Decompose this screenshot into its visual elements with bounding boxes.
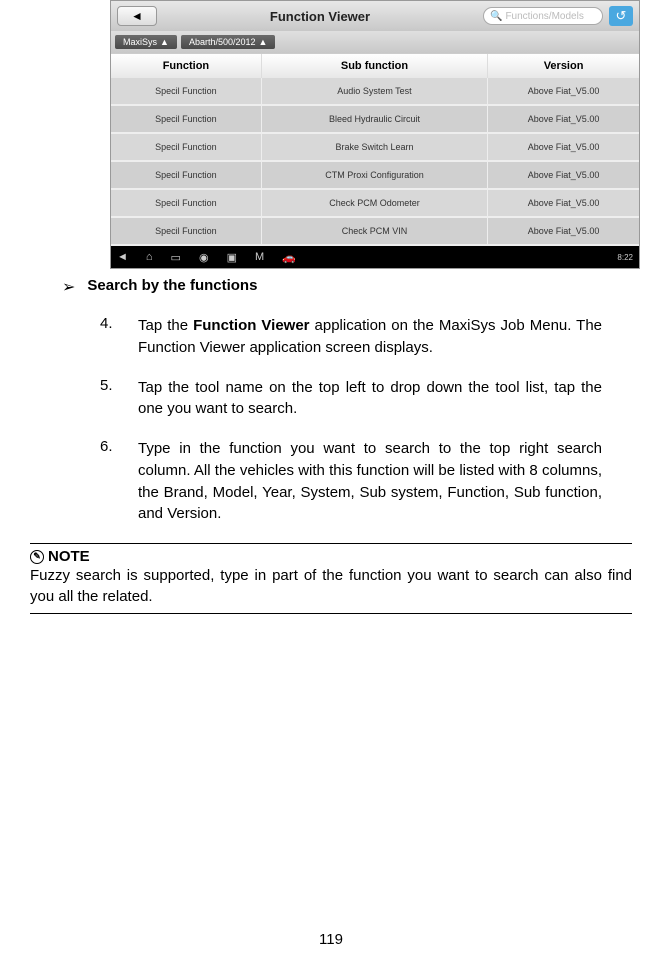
step-number: 4. [100,315,120,359]
cell-subfunction: Bleed Hydraulic Circuit [262,106,488,132]
cell-subfunction: Brake Switch Learn [262,134,488,160]
section-heading: ➢ Search by the functions [62,277,632,297]
nav-back-icon[interactable]: ◄ [117,251,128,263]
cell-version: Above Fiat_V5.00 [488,190,639,216]
note-icon: ✎ [30,550,44,564]
note-text: Fuzzy search is supported, type in part … [30,565,632,607]
cell-subfunction: Check PCM VIN [262,218,488,244]
chevron-up-icon: ▲ [160,37,169,47]
recent-icon[interactable]: ▭ [171,251,181,264]
table-row[interactable]: Specil Function Brake Switch Learn Above… [111,134,639,162]
col-version: Version [488,54,639,78]
tab-label: MaxiSys [123,37,157,47]
chevron-up-icon: ▲ [259,37,268,47]
page-number: 119 [0,931,662,948]
col-function: Function [111,54,262,78]
step-text: Tap the tool name on the top left to dro… [138,377,602,421]
home-icon[interactable]: ⌂ [146,251,153,263]
step-text: Tap the Function Viewer application on t… [138,315,602,359]
list-item: 4. Tap the Function Viewer application o… [100,315,602,359]
cell-function: Specil Function [111,106,262,132]
step-text: Type in the function you want to search … [138,438,602,525]
search-icon: 🔍 [490,11,502,22]
back-button[interactable]: ◄ [117,6,157,26]
note-heading: ✎ NOTE [30,548,632,565]
cell-function: Specil Function [111,134,262,160]
table-row[interactable]: Specil Function Audio System Test Above … [111,78,639,106]
cell-function: Specil Function [111,162,262,188]
step-number: 6. [100,438,120,525]
cell-version: Above Fiat_V5.00 [488,134,639,160]
note-label: NOTE [48,548,90,565]
col-subfunction: Sub function [262,54,488,78]
cell-version: Above Fiat_V5.00 [488,78,639,104]
screenshot-icon[interactable]: ▣ [227,251,237,264]
cell-function: Specil Function [111,78,262,104]
tab-vehicle[interactable]: Abarth/500/2012 ▲ [181,35,275,49]
table-header: Function Sub function Version [111,53,639,78]
cell-version: Above Fiat_V5.00 [488,106,639,132]
back-arrow-icon: ◄ [131,9,143,23]
step-number: 5. [100,377,120,421]
list-item: 6. Type in the function you want to sear… [100,438,602,525]
m-icon[interactable]: M [255,251,264,263]
cell-version: Above Fiat_V5.00 [488,162,639,188]
note-box: ✎ NOTE Fuzzy search is supported, type i… [30,543,632,614]
app-header: ◄ Function Viewer 🔍 Functions/Models ↺ [111,1,639,31]
cell-function: Specil Function [111,190,262,216]
history-button[interactable]: ↺ [609,6,633,26]
bullet-arrow-icon: ➢ [62,277,75,297]
cell-subfunction: CTM Proxi Configuration [262,162,488,188]
table-row[interactable]: Specil Function CTM Proxi Configuration … [111,162,639,190]
app-screenshot: ◄ Function Viewer 🔍 Functions/Models ↺ M… [110,0,640,269]
status-time: 8:22 [617,253,633,262]
cell-subfunction: Check PCM Odometer [262,190,488,216]
cell-function: Specil Function [111,218,262,244]
table-row[interactable]: Specil Function Check PCM VIN Above Fiat… [111,218,639,246]
search-placeholder: Functions/Models [505,11,583,22]
table-row[interactable]: Specil Function Check PCM Odometer Above… [111,190,639,218]
car-icon[interactable]: 🚗 [282,251,296,264]
history-icon: ↺ [616,8,627,24]
tab-label: Abarth/500/2012 [189,37,256,47]
instruction-list: 4. Tap the Function Viewer application o… [100,315,602,525]
app-footer: ◄ ⌂ ▭ ◉ ▣ M 🚗 8:22 [111,246,639,268]
table-row[interactable]: Specil Function Bleed Hydraulic Circuit … [111,106,639,134]
search-input[interactable]: 🔍 Functions/Models [483,7,603,25]
cell-subfunction: Audio System Test [262,78,488,104]
app-title: Function Viewer [163,9,477,24]
tab-tool[interactable]: MaxiSys ▲ [115,35,177,49]
cell-version: Above Fiat_V5.00 [488,218,639,244]
table-body: Specil Function Audio System Test Above … [111,78,639,246]
section-title: Search by the functions [87,277,257,294]
browser-icon[interactable]: ◉ [199,251,209,264]
list-item: 5. Tap the tool name on the top left to … [100,377,602,421]
breadcrumb-tabs: MaxiSys ▲ Abarth/500/2012 ▲ [111,31,639,53]
